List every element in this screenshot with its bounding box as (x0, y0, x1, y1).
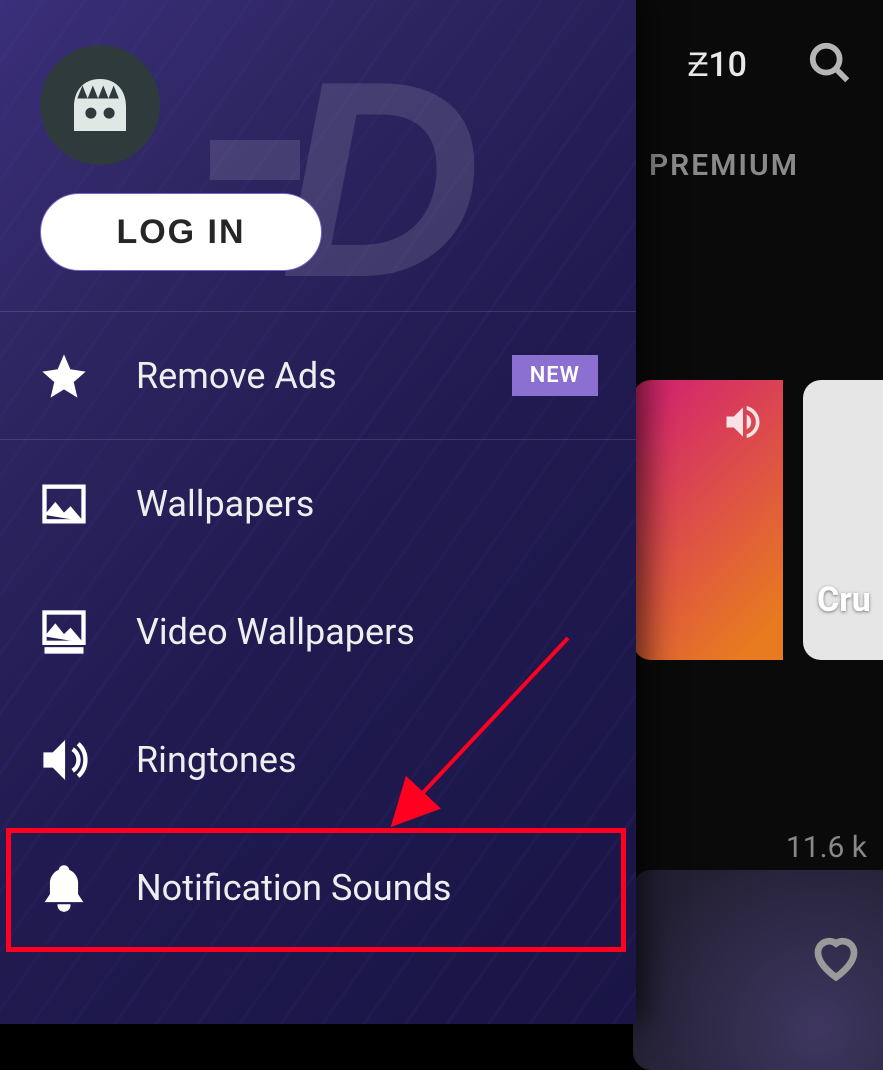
nav-item-label: Ringtones (136, 739, 297, 781)
volume-icon (38, 734, 90, 786)
nav-item-label: Notification Sounds (136, 867, 452, 909)
nav-item-notification-sounds[interactable]: Notification Sounds (0, 824, 636, 952)
tile-label: Cru (817, 580, 871, 620)
search-icon[interactable] (807, 40, 853, 90)
content-tiles: Cru 11.6 k (633, 380, 883, 1020)
content-tile[interactable]: Cru (803, 380, 883, 660)
new-badge: NEW (512, 355, 598, 396)
download-count: 11.6 k (756, 830, 867, 865)
avatar-monster-icon (61, 66, 139, 144)
download-icon (756, 837, 778, 859)
volume-icon (721, 400, 765, 444)
star-icon (38, 350, 90, 402)
login-button[interactable]: LOG IN (40, 193, 322, 271)
nav-item-ringtones[interactable]: Ringtones (0, 696, 636, 824)
video-wallpaper-icon (38, 606, 90, 658)
tab-premium[interactable]: PREMIUM (649, 148, 799, 183)
nav-item-video-wallpapers[interactable]: Video Wallpapers (0, 568, 636, 696)
image-icon (38, 478, 90, 530)
drawer-nav: Wallpapers Video Wallpapers Ringtones No… (0, 440, 636, 952)
content-tile[interactable] (633, 380, 783, 660)
nav-item-remove-ads[interactable]: Remove Ads NEW (0, 312, 636, 440)
credits-balance[interactable]: Ƶ10 (688, 45, 747, 85)
navigation-drawer: D LOG IN Remove Ads NEW Wallpapers Video (0, 0, 636, 1024)
nav-item-wallpapers[interactable]: Wallpapers (0, 440, 636, 568)
heart-icon[interactable] (809, 930, 863, 984)
nav-item-label: Wallpapers (136, 483, 314, 525)
drawer-header: LOG IN (0, 0, 636, 312)
nav-item-label: Remove Ads (136, 355, 466, 397)
nav-item-label: Video Wallpapers (136, 611, 415, 653)
bell-icon (38, 862, 90, 914)
avatar[interactable] (40, 45, 160, 165)
